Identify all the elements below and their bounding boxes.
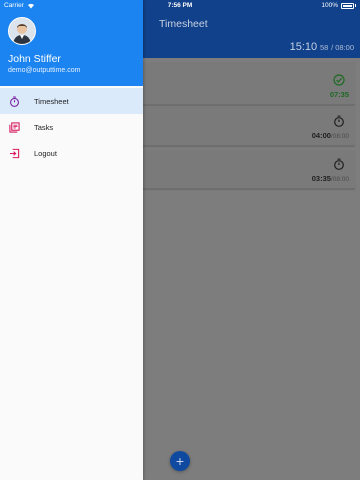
user-avatar-icon bbox=[9, 18, 35, 44]
total-worked: 15:10 bbox=[289, 41, 318, 53]
card-worked: 07:35 bbox=[329, 90, 349, 99]
card-worked: 04:00 bbox=[311, 131, 331, 140]
page-title: Timesheet bbox=[159, 18, 208, 30]
card-worked: 03:35 bbox=[311, 174, 331, 183]
add-button[interactable]: + bbox=[170, 451, 190, 471]
total-time: 15:10 58 / 08:00 bbox=[290, 41, 354, 53]
status-time: 7:56 PM bbox=[167, 2, 193, 9]
menu-item-tasks[interactable]: Tasks bbox=[0, 114, 143, 140]
check-circle-icon bbox=[333, 74, 345, 86]
card-time: 07:35 bbox=[330, 90, 349, 99]
card-time: 03:35/08:00 bbox=[312, 174, 349, 183]
status-bar: Carrier 7:56 PM 100% bbox=[0, 0, 360, 11]
menu-item-label: Tasks bbox=[34, 122, 54, 132]
menu-item-timesheet[interactable]: Timesheet bbox=[0, 88, 143, 114]
tasks-icon bbox=[8, 121, 20, 133]
stopwatch-icon bbox=[334, 158, 344, 170]
stopwatch-icon bbox=[334, 115, 344, 127]
stopwatch-icon bbox=[9, 96, 19, 107]
task-card[interactable]: 03:35/08:00 bbox=[143, 150, 355, 189]
card-goal: /08:00 bbox=[330, 133, 349, 140]
menu-item-label: Timesheet bbox=[34, 96, 69, 106]
drawer-header: John Stiffer demo@outputtime.com bbox=[0, 0, 143, 86]
total-small: 58 bbox=[319, 43, 329, 52]
drawer-menu: Timesheet Tasks Logout bbox=[0, 88, 143, 166]
logout-icon bbox=[9, 148, 19, 158]
total-goal: / 08:00 bbox=[331, 43, 354, 52]
user-email: demo@outputtime.com bbox=[8, 67, 81, 74]
card-goal: /08:00 bbox=[330, 176, 349, 183]
card-time: 04:00/08:00 bbox=[312, 131, 349, 140]
menu-item-logout[interactable]: Logout bbox=[0, 140, 143, 166]
battery-icon bbox=[341, 2, 354, 9]
task-card[interactable]: 07:35 bbox=[143, 62, 355, 105]
avatar[interactable] bbox=[8, 17, 36, 45]
menu-item-label: Logout bbox=[34, 148, 57, 158]
task-card[interactable]: 04:00/08:00 bbox=[143, 107, 355, 146]
navigation-drawer: John Stiffer demo@outputtime.com Timeshe… bbox=[0, 0, 143, 480]
user-name: John Stiffer bbox=[8, 53, 61, 65]
